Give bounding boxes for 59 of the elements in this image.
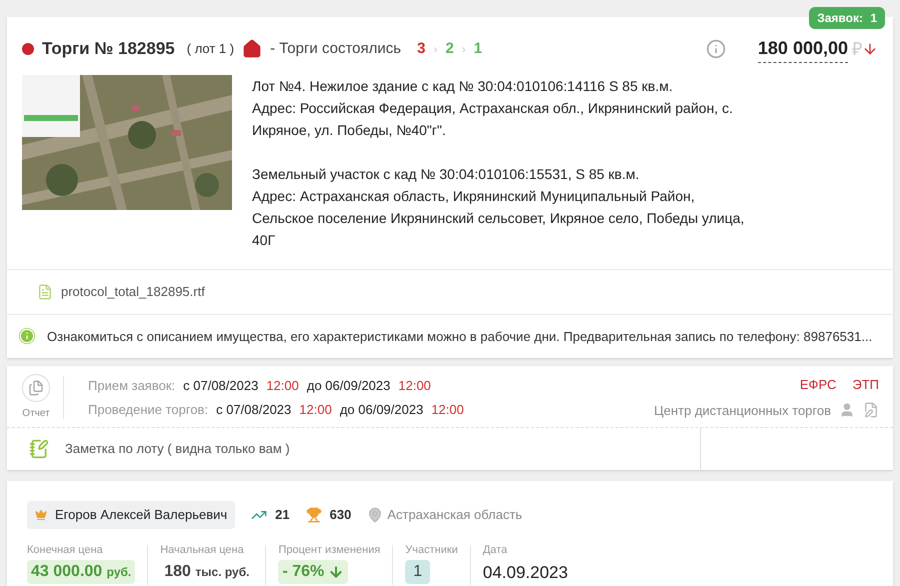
report-button[interactable] (22, 374, 50, 402)
stat-label: Участники (405, 544, 458, 556)
documents-icon (28, 380, 44, 396)
stat-label: Начальная цена (160, 544, 244, 556)
stage-number: 3 (417, 38, 426, 59)
winner-name: Егоров Алексей Валерьевич (55, 506, 228, 524)
separator: › (462, 41, 466, 58)
note-field[interactable]: Заметка по лоту ( видна только вам ) (65, 439, 290, 459)
platform-name: Центр дистанционных торгов (654, 402, 831, 420)
lot-number: ( лот 1 ) (186, 40, 234, 58)
platform-tag[interactable]: ЕФРС (800, 375, 836, 394)
person-icon (839, 402, 855, 418)
date-to: до 06/09/2023 (340, 400, 424, 419)
crown-icon (35, 508, 47, 521)
file-icon (37, 284, 53, 300)
trophy-count: 630 (330, 506, 352, 524)
time-from: 12:00 (299, 400, 332, 418)
change-percent: - 76% (278, 560, 348, 584)
note-icon (29, 439, 49, 459)
region-name: Астраханская область (387, 506, 522, 524)
auction-status: - Торги состоялись (270, 38, 402, 59)
date-value: 04.09.2023 (482, 562, 568, 584)
final-price: 43 000.00 руб. (27, 560, 136, 584)
description-text: Адрес: Астраханская область, Икрянинский Муниципальный Район, Сельское поселение Икрянинский сельсовет, Икряное село, Победы улица, 40Г (252, 187, 746, 250)
time-to: 12:00 (398, 377, 431, 395)
schedule-label: Прием заявок: (88, 377, 176, 395)
rating-value: 21 (275, 506, 290, 524)
description-text: Адрес: Российская Федерация, Астраханская обл., Икрянинский район, с. Икряное, ул. Победы, №40"г". (252, 99, 734, 140)
house-icon (242, 39, 262, 59)
time-from: 12:00 (266, 377, 299, 395)
date-to: до 06/09/2023 (306, 377, 390, 395)
time-to: 12:00 (431, 400, 464, 418)
info-icon (19, 328, 35, 344)
document-icon (863, 402, 879, 418)
currency: ₽ (852, 38, 862, 60)
platform-tag[interactable]: ЭТП (852, 375, 879, 394)
stat-label: Процент изменения (278, 544, 380, 556)
schedule-label: Проведение торгов: (88, 400, 208, 419)
stage-number: 2 (445, 38, 454, 59)
stage-number: 1 (474, 38, 482, 59)
info-icon[interactable] (706, 39, 726, 59)
date-from: с 07/08/2023 (216, 400, 292, 418)
auction-title[interactable]: Торги № 182895 (42, 36, 175, 62)
notice-text: Ознакомиться с описанием имущества, его характеристиками можно в рабочие дни. Предварительная запись по телефону: 89876531... (47, 328, 872, 346)
date-from: с 07/08/2023 (183, 377, 258, 395)
participants-count: 1 (405, 560, 430, 584)
trophy-icon (306, 506, 322, 523)
file-link[interactable]: protocol_total_182895.rtf (61, 282, 205, 302)
description-text: Земельный участок с кад № 30:04:010106:15531, S 85 кв.м. (252, 165, 640, 184)
report-label: Отчет (22, 407, 50, 421)
stat-label: Конечная цена (27, 544, 103, 556)
separator: › (433, 41, 438, 58)
bids-badge: Заявок: 1 (809, 7, 885, 29)
description-text: Лот №4. Нежилое здание с кад № 30:04:010106:14116 S 85 кв.м. (252, 77, 674, 96)
start-price: 180 тыс. руб. (163, 562, 250, 582)
arrow-down-icon (862, 41, 878, 57)
stat-label: Дата (482, 544, 508, 556)
price[interactable]: 180 000,00 (758, 35, 848, 63)
location-pin-icon (367, 506, 384, 523)
